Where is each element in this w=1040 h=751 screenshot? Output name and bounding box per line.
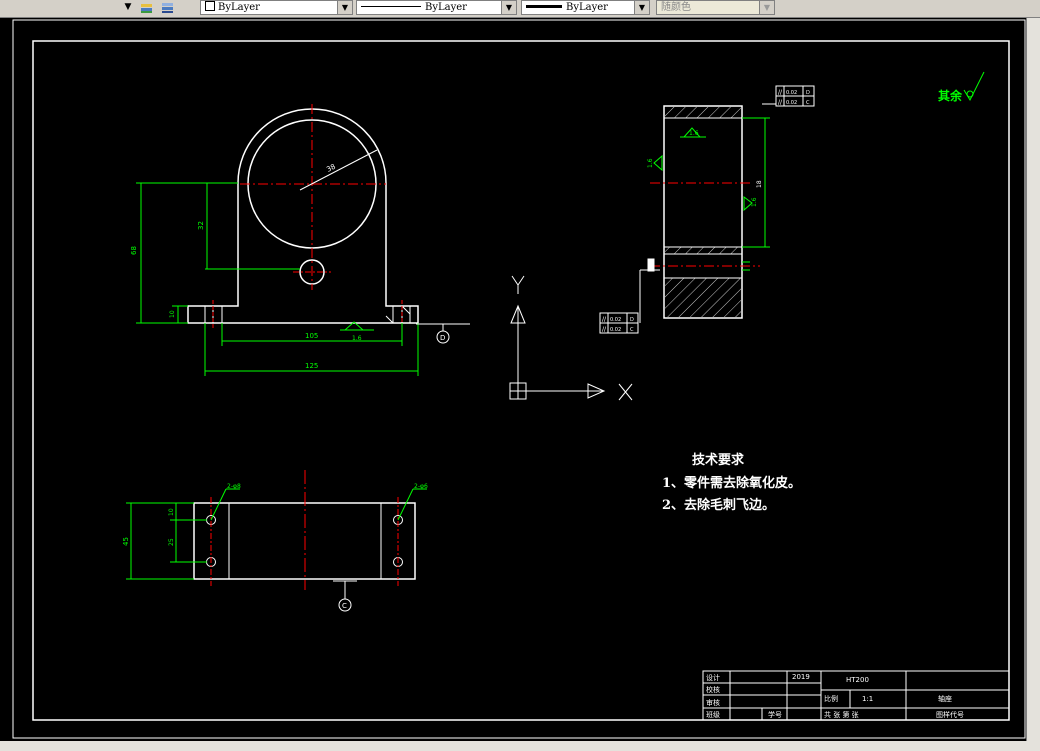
dim-side-label: 18 bbox=[756, 180, 763, 188]
tb-sheet-info: 共 张 第 张 bbox=[824, 710, 859, 719]
linetype-preview-icon bbox=[361, 6, 421, 7]
tol-bot-2-ref: C bbox=[630, 327, 634, 333]
tb-check: 校核 bbox=[706, 685, 720, 694]
plotstyle-combo-value: 随颜色 bbox=[661, 2, 691, 13]
tech-title: 技术要求 bbox=[692, 452, 745, 468]
lineweight-combo[interactable]: ByLayer ▼ bbox=[521, 0, 650, 15]
vertical-scrollbar[interactable] bbox=[1027, 18, 1040, 741]
roughness-base-label: 1.6 bbox=[352, 335, 362, 342]
front-view: 38 68 32 10 105 125 1.6 D bbox=[130, 104, 470, 376]
tol-bot-1-value: 0.02 bbox=[610, 317, 621, 323]
tb-scale-label: 比例 bbox=[824, 694, 838, 703]
tb-drawing-no: 图样代号 bbox=[936, 710, 964, 719]
plotstyle-combo: 随颜色 ▼ bbox=[656, 0, 775, 15]
tb-class: 班级 bbox=[706, 710, 720, 719]
chevron-down-icon[interactable]: ▼ bbox=[501, 1, 516, 14]
tol-bot-1-ref: D bbox=[630, 317, 634, 323]
chevron-down-icon[interactable]: ▼ bbox=[634, 1, 649, 14]
tb-review: 审核 bbox=[706, 698, 720, 707]
lineweight-preview-icon bbox=[526, 5, 562, 8]
datum-d-label: D bbox=[440, 334, 445, 342]
color-swatch-icon bbox=[205, 1, 215, 11]
dim-10-top-label: 10 bbox=[168, 508, 175, 516]
layer-dropdown-arrow[interactable]: ▼ bbox=[121, 0, 135, 15]
datum-c-label: C bbox=[342, 602, 347, 610]
horizontal-scrollbar[interactable] bbox=[0, 741, 1040, 751]
tol-top-2-value: 0.02 bbox=[786, 100, 797, 106]
tol-bot-2-value: 0.02 bbox=[610, 327, 621, 333]
tech-item-2: 2、去除毛刺飞边。 bbox=[662, 497, 775, 513]
svg-text://: // bbox=[778, 89, 783, 96]
remaining-roughness-note: 其余 bbox=[938, 71, 985, 103]
properties-toolbar: ▼ ByLayer ▼ ByLayer ▼ ByLayer ▼ 随颜色 ▼ bbox=[0, 0, 1040, 18]
hole-right-label: 2-φ6 bbox=[414, 483, 428, 490]
drawing-canvas[interactable]: 38 68 32 10 105 125 1.6 D 1.6 1.6 1.6 18… bbox=[0, 18, 1027, 742]
tb-student-no: 学号 bbox=[768, 710, 782, 719]
linetype-combo-value: ByLayer bbox=[425, 2, 467, 13]
tol-top-2-ref: C bbox=[806, 100, 810, 106]
color-combo-value: ByLayer bbox=[218, 2, 260, 13]
side-view: 1.6 1.6 1.6 18 // // 0.02 D 0.02 C // // bbox=[599, 85, 815, 334]
dim-10-label: 10 bbox=[169, 310, 176, 318]
remaining-roughness-label: 其余 bbox=[938, 88, 963, 103]
layer-state-icon[interactable] bbox=[160, 0, 176, 15]
dim-45-label: 45 bbox=[122, 537, 130, 546]
roughness-right-label: 1.6 bbox=[751, 197, 758, 207]
roughness-top-label: 1.6 bbox=[689, 130, 699, 137]
outer-border bbox=[12, 19, 1026, 739]
dim-68-label: 68 bbox=[130, 246, 138, 255]
dim-125-label: 125 bbox=[305, 362, 318, 370]
title-block-text: 设计 校核 审核 班级 学号 2019 HT200 比例 1:1 轴座 共 张 … bbox=[706, 673, 964, 719]
inner-border bbox=[32, 40, 1010, 721]
dim-105-label: 105 bbox=[305, 332, 318, 340]
svg-text://: // bbox=[602, 316, 607, 323]
svg-text://: // bbox=[602, 326, 607, 333]
dim-25-label: 25 bbox=[168, 538, 175, 546]
hole-left-label: 2-φ8 bbox=[227, 483, 241, 490]
roughness-left-label: 1.6 bbox=[647, 158, 654, 168]
tech-item-1: 1、零件需去除氧化皮。 bbox=[662, 475, 801, 491]
tb-year: 2019 bbox=[792, 673, 810, 681]
color-combo[interactable]: ByLayer ▼ bbox=[200, 0, 353, 15]
tol-top-1-value: 0.02 bbox=[786, 90, 797, 96]
tb-design: 设计 bbox=[706, 673, 720, 682]
chevron-down-icon: ▼ bbox=[759, 1, 774, 14]
tol-top-1-ref: D bbox=[806, 90, 810, 96]
layer-previous-icon[interactable] bbox=[139, 0, 155, 15]
chevron-down-icon[interactable]: ▼ bbox=[337, 1, 352, 14]
tb-material: HT200 bbox=[846, 676, 869, 684]
dim-32-label: 32 bbox=[197, 221, 205, 230]
tb-scale-value: 1:1 bbox=[862, 695, 873, 703]
top-view: 45 10 25 2-φ8 2-φ6 C bbox=[122, 470, 428, 612]
linetype-combo[interactable]: ByLayer ▼ bbox=[356, 0, 517, 15]
tech-requirements: 技术要求 1、零件需去除氧化皮。 2、去除毛刺飞边。 bbox=[662, 452, 801, 513]
svg-text://: // bbox=[778, 99, 783, 106]
tb-part-name: 轴座 bbox=[938, 694, 952, 703]
drawing-svg: 38 68 32 10 105 125 1.6 D 1.6 1.6 1.6 18… bbox=[12, 19, 1026, 739]
ucs-icon bbox=[509, 275, 633, 401]
lineweight-combo-value: ByLayer bbox=[566, 2, 608, 13]
